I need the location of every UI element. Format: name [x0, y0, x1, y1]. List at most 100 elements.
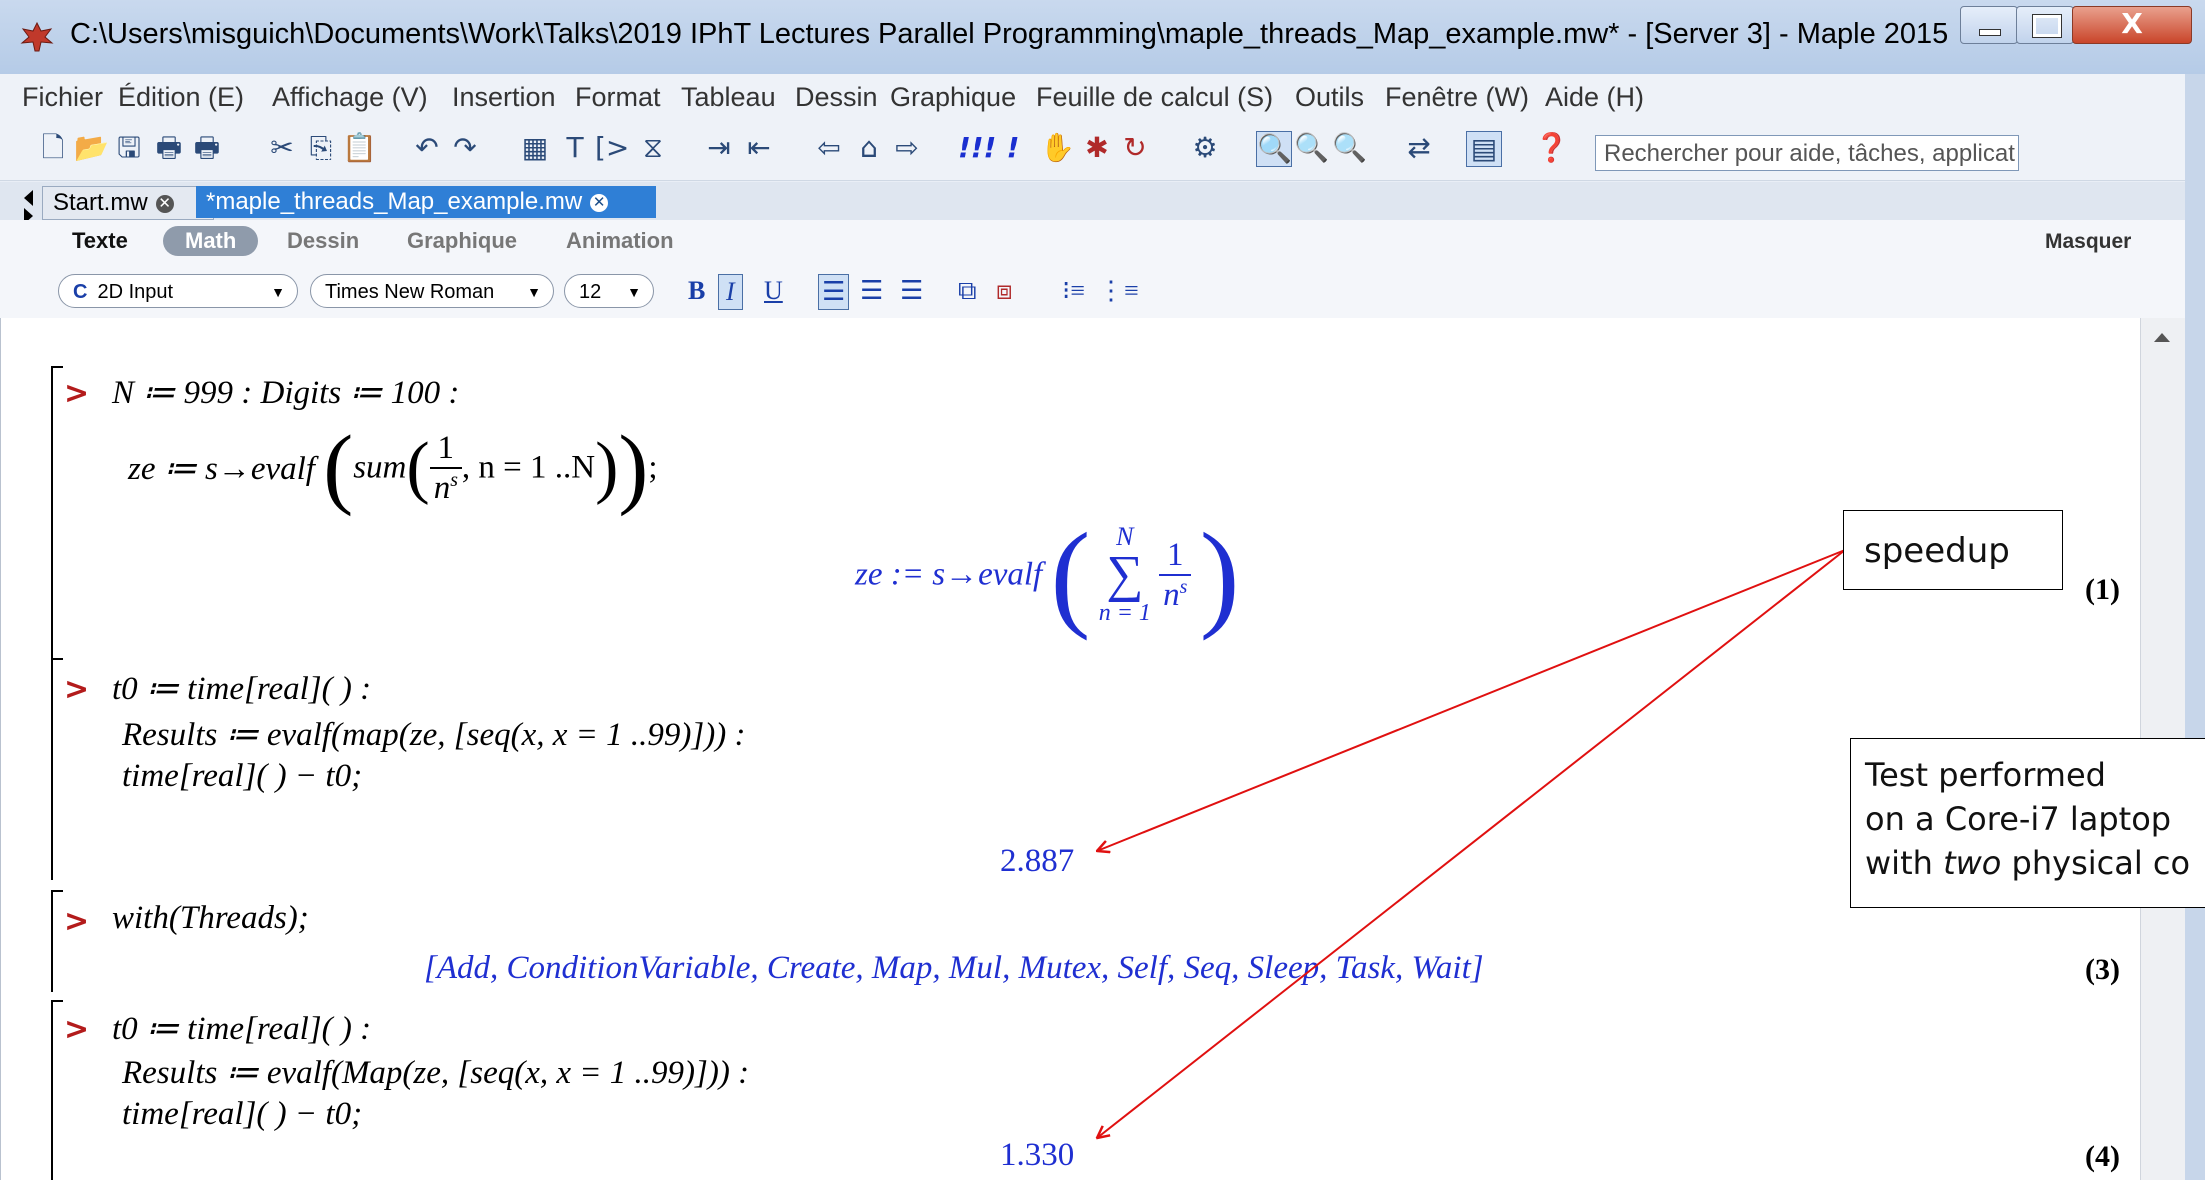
close-tab-icon[interactable]: ✕: [590, 193, 609, 212]
search-input[interactable]: Rechercher pour aide, tâches, applicat: [1595, 135, 2019, 171]
tab-maple-threads-map-example[interactable]: *maple_threads_Map_example.mw ✕: [196, 186, 656, 218]
fraction-denominator: n: [433, 469, 451, 506]
bold-button[interactable]: B: [688, 274, 705, 308]
tab-scroll-left-icon[interactable]: [24, 190, 33, 206]
stop-icon[interactable]: ✋: [1040, 131, 1075, 165]
italic-button[interactable]: I: [718, 274, 743, 310]
menu-insertion[interactable]: Insertion: [452, 82, 556, 113]
tab-start[interactable]: Start.mw ✕: [42, 186, 214, 220]
hide-palette-button[interactable]: Masquer: [2045, 230, 2131, 254]
close-button[interactable]: X: [2072, 6, 2192, 44]
redo-icon[interactable]: ↷: [448, 131, 482, 165]
menu-aide[interactable]: Aide (H): [1545, 82, 1644, 113]
align-center-icon[interactable]: ☰: [860, 274, 883, 308]
math-input-line[interactable]: time[real]( ) − t0;: [122, 758, 362, 795]
execution-group-bracket[interactable]: [51, 890, 63, 992]
home-icon[interactable]: ⌂: [852, 131, 886, 165]
font-select[interactable]: Times New Roman ▼: [310, 274, 554, 308]
text-region-icon[interactable]: ▦: [518, 131, 552, 165]
open-icon[interactable]: 📂: [74, 131, 109, 165]
execute-icon[interactable]: !: [996, 131, 1030, 165]
prompt-icon[interactable]: [>: [595, 131, 629, 165]
menu-fichier[interactable]: Fichier: [22, 82, 103, 113]
restart-icon[interactable]: ↻: [1118, 131, 1152, 165]
font-value: Times New Roman: [325, 281, 495, 303]
paste-icon[interactable]: 📋: [342, 131, 377, 165]
math-input-line[interactable]: N ≔ 999 : Digits ≔ 100 :: [112, 372, 459, 412]
maximize-button[interactable]: [2016, 6, 2074, 44]
menu-fenetre[interactable]: Fenêtre (W): [1385, 82, 1529, 113]
math-input-line[interactable]: Results ≔ evalf(map(ze, [seq(x, x = 1 ..…: [122, 714, 745, 754]
cut-icon[interactable]: ✂: [265, 131, 299, 165]
forward-icon[interactable]: ⇨: [890, 131, 924, 165]
toggle-icon[interactable]: ⇄: [1402, 131, 1436, 165]
test-note-callout: Test performed on a Core-i7 laptop with …: [1850, 738, 2205, 908]
math-input-line[interactable]: t0 ≔ time[real]( ) :: [112, 1008, 371, 1048]
new-icon[interactable]: 🗋: [36, 131, 70, 165]
align-right-icon[interactable]: ☰: [900, 274, 923, 308]
mode-dessin[interactable]: Dessin: [287, 228, 359, 254]
mode-graphique[interactable]: Graphique: [407, 228, 517, 254]
outdent-icon[interactable]: ⇤: [742, 131, 776, 165]
menu-edition[interactable]: Édition (E): [118, 82, 244, 113]
chevron-down-icon: ▼: [627, 284, 641, 300]
menu-affichage[interactable]: Affichage (V): [272, 82, 428, 113]
save-icon[interactable]: 🖫: [112, 131, 146, 165]
back-icon[interactable]: ⇦: [812, 131, 846, 165]
execution-group-bracket[interactable]: [51, 366, 63, 658]
font-size-select[interactable]: 12 ▼: [564, 274, 654, 308]
zoom-200-icon[interactable]: 🔍: [1332, 131, 1367, 165]
print-icon[interactable]: 🖶: [152, 131, 186, 165]
print-preview-icon[interactable]: 🖶: [190, 131, 224, 165]
math-input-line[interactable]: ze ≔ s→evalf (sum(1 ns, n = 1 ..N));: [128, 423, 658, 518]
menu-outils[interactable]: Outils: [1295, 82, 1364, 113]
close-tab-icon[interactable]: ✕: [155, 194, 174, 213]
math-input-line[interactable]: t0 ≔ time[real]( ) :: [112, 668, 371, 708]
font-size-value: 12: [579, 281, 602, 303]
output-text: ze := s→evalf: [855, 556, 1043, 593]
menu-feuille-de-calcul[interactable]: Feuille de calcul (S): [1036, 82, 1273, 113]
numbered-list-icon[interactable]: ⋮≡: [1098, 274, 1139, 308]
execution-group-bracket[interactable]: [51, 658, 63, 880]
mode-texte[interactable]: Texte: [72, 228, 128, 254]
highlight-color-icon[interactable]: ⧈: [996, 274, 1013, 308]
menu-dessin[interactable]: Dessin: [795, 82, 878, 113]
window-frame: [2185, 74, 2205, 1180]
minimize-button[interactable]: [1960, 6, 2018, 44]
bullet-list-icon[interactable]: ⁝≡: [1062, 274, 1085, 308]
menu-graphique[interactable]: Graphique: [890, 82, 1016, 113]
mode-math[interactable]: Math: [163, 226, 259, 256]
layout-icon[interactable]: ▤: [1466, 131, 1502, 167]
scroll-up-icon[interactable]: [2154, 333, 2170, 342]
execution-group-bracket[interactable]: [51, 1000, 63, 1180]
underline-button[interactable]: U: [764, 274, 783, 308]
indent-icon[interactable]: ⇥: [702, 131, 736, 165]
section-icon[interactable]: ⧖: [636, 131, 670, 165]
tab-label: Start.mw: [53, 189, 148, 216]
align-left-icon[interactable]: ☰: [818, 274, 850, 310]
math-input-text: time[real]( ) − t0;: [122, 758, 363, 794]
mode-animation[interactable]: Animation: [566, 228, 674, 254]
menu-tableau[interactable]: Tableau: [681, 82, 776, 113]
note-line: on a Core-i7 laptop: [1865, 800, 2172, 838]
font-color-icon[interactable]: ⧉: [958, 274, 977, 308]
settings-icon[interactable]: ⚙: [1188, 131, 1222, 165]
execute-all-icon[interactable]: !!!: [958, 131, 996, 165]
copy-icon[interactable]: ⎘: [304, 131, 338, 165]
input-prompt: >: [64, 1012, 90, 1047]
undo-icon[interactable]: ↶: [410, 131, 444, 165]
text-icon[interactable]: T: [558, 131, 592, 165]
math-input-text: sum: [353, 449, 407, 486]
math-input-line[interactable]: with(Threads);: [112, 900, 309, 937]
input-mode-select[interactable]: C 2D Input ▼: [58, 274, 298, 308]
math-input-line[interactable]: Results ≔ evalf(Map(ze, [seq(x, x = 1 ..…: [122, 1052, 749, 1092]
fraction-denominator: n: [1163, 576, 1180, 613]
menu-format[interactable]: Format: [575, 82, 661, 113]
zoom-150-icon[interactable]: 🔍: [1294, 131, 1329, 165]
close-icon: X: [2121, 7, 2143, 40]
debug-icon[interactable]: ✱: [1080, 131, 1114, 165]
equation-label: (4): [2085, 1140, 2120, 1173]
math-input-line[interactable]: time[real]( ) − t0;: [122, 1096, 362, 1133]
help-icon[interactable]: ❓: [1534, 131, 1569, 165]
zoom-100-icon[interactable]: 🔍: [1256, 131, 1292, 167]
